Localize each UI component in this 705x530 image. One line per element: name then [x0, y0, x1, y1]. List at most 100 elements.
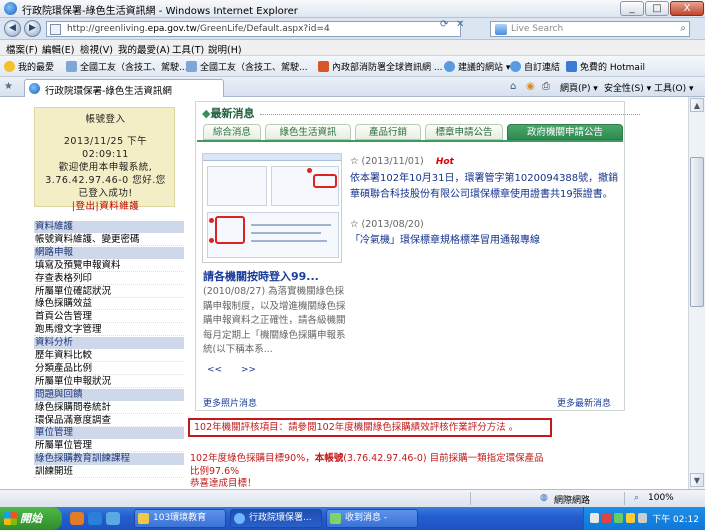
status-bar: ◍ 網際網路 ⌕ 100%	[0, 489, 705, 507]
fav-link-3[interactable]: 內政部消防署全球資訊網 ...	[318, 60, 442, 73]
favorites-button[interactable]: 我的最愛	[4, 60, 54, 73]
favorites-center-icon[interactable]: ★	[4, 81, 13, 92]
menu-edit[interactable]: 編輯(E)	[42, 42, 74, 56]
firefox-icon[interactable]	[70, 512, 84, 525]
nav-item[interactable]: 所屬單位管理	[34, 440, 184, 453]
tray-icon[interactable]	[626, 513, 635, 523]
tray-icon[interactable]	[602, 513, 611, 523]
page-menu[interactable]: 網頁(P) ▾	[560, 81, 598, 94]
divider	[260, 113, 641, 115]
rss-icon[interactable]: ◉	[526, 81, 535, 92]
search-input[interactable]: Live Search ⌕	[490, 21, 690, 37]
pager-next[interactable]: >>	[241, 365, 256, 375]
ie-icon	[234, 513, 245, 524]
tab-green-life-info[interactable]: 綠色生活資訊	[265, 124, 351, 140]
menu-favorites[interactable]: 我的最愛(A)	[118, 42, 170, 56]
fav-link-1[interactable]: 全國工友（含技工、駕駛...	[66, 60, 188, 73]
scroll-thumb[interactable]	[690, 157, 704, 307]
more-news-link[interactable]: 更多最新消息	[557, 396, 611, 409]
fav-hotmail[interactable]: 免費的 Hotmail	[566, 60, 645, 73]
maintain-link[interactable]: |資料維護	[96, 201, 140, 212]
menu-view[interactable]: 檢視(V)	[80, 42, 113, 56]
maximize-button[interactable]: □	[645, 1, 669, 16]
vertical-scrollbar[interactable]: ▲ ▼	[688, 97, 705, 489]
news-date: ☆ (2013/08/20)	[350, 219, 424, 230]
print-icon[interactable]: ⎙	[542, 81, 550, 92]
fire-icon	[318, 61, 329, 72]
nav-item[interactable]: 填寫及預覽申報資料	[34, 260, 184, 272]
news-photo[interactable]	[202, 153, 342, 263]
nav-item[interactable]: 帳號資料維護、變更密碼	[34, 234, 184, 246]
nav-item[interactable]: 跑馬燈文字管理	[34, 324, 184, 337]
tab-active[interactable]: 行政院環保署-綠色生活資訊網	[24, 79, 224, 97]
menu-tools[interactable]: 工具(T)	[172, 42, 204, 56]
clock: 下午 02:12	[652, 515, 699, 525]
target-line-1: 102年度綠色採購目標90%，本帳號(3.76.42.97.46-0) 目前採購…	[190, 453, 544, 464]
news-item-link[interactable]: 「冷氣機」環保標章規格標準冒用通報專線	[350, 233, 622, 249]
minimize-button[interactable]: _	[620, 1, 644, 16]
more-photos-link[interactable]: 更多照片消息	[203, 396, 257, 409]
tab-product-marketing[interactable]: 產品行銷	[355, 124, 421, 140]
back-button[interactable]: ◀	[4, 20, 21, 37]
news-date: ☆ (2013/11/01) Hot	[350, 156, 454, 167]
nav-section-header: 問題與回饋	[34, 388, 184, 401]
login-welcome: 歡迎使用本申報系統,	[58, 162, 153, 173]
menu-help[interactable]: 說明(H)	[208, 42, 242, 56]
menu-file[interactable]: 檔案(F)	[6, 42, 38, 56]
fav-suggested-sites[interactable]: 建議的網站 ▾	[444, 60, 510, 73]
ie-icon[interactable]	[88, 512, 102, 525]
scroll-up-arrow[interactable]: ▲	[690, 98, 704, 112]
search-icon[interactable]: ⌕	[680, 23, 686, 34]
nav-item[interactable]: 綠色採購問卷統計	[34, 402, 184, 414]
address-bar: ◀ ▶ http://greenliving.epa.gov.tw/GreenL…	[0, 18, 705, 40]
refresh-icon[interactable]: ⟳	[440, 19, 448, 30]
fav-link-2[interactable]: 全國工友（含技工、駕駛...	[186, 60, 308, 73]
nav-item[interactable]: 所屬單位申報狀況	[34, 376, 184, 388]
nav-item[interactable]: 首頁公告管理	[34, 311, 184, 324]
task-browser[interactable]: 行政院環保署...	[230, 509, 322, 528]
stop-icon[interactable]: ✕	[456, 19, 464, 30]
evaluation-notice[interactable]: 102年機關評核項目：請參閱102年度機關綠色採購績效評核作業評分方法 。	[188, 418, 552, 437]
nav-item[interactable]: 綠色採購效益	[34, 298, 184, 311]
forward-button[interactable]: ▶	[24, 20, 41, 37]
photo-description: (2010/08/27) 為落實機關綠色採購申報制度，以及增進機關綠色採購申報資…	[203, 286, 346, 355]
photo-caption[interactable]: 請各機關按時登入99...	[203, 268, 319, 284]
tools-menu[interactable]: 工具(O) ▾	[654, 81, 694, 94]
nav-item[interactable]: 歷年資料比較	[34, 350, 184, 362]
tab-general-news[interactable]: 綜合消息	[203, 124, 261, 140]
pager-prev[interactable]: <<	[207, 365, 222, 375]
show-desktop-icon[interactable]	[106, 512, 120, 525]
text-line	[251, 240, 327, 242]
safety-menu[interactable]: 安全性(S) ▾	[604, 81, 651, 94]
logout-link[interactable]: |登出	[72, 201, 96, 212]
tab-label-announcement[interactable]: 標章申請公告	[425, 124, 503, 140]
close-button[interactable]: X	[670, 1, 704, 16]
volume-icon[interactable]	[638, 513, 647, 523]
nav-item[interactable]: 環保品滿意度調查	[34, 415, 184, 427]
nav-item[interactable]: 分類產品比例	[34, 363, 184, 375]
scroll-down-arrow[interactable]: ▼	[690, 473, 704, 487]
taskbar: 開始 103環境教育 行政院環保署... 收到消息 - 下午 02:12	[0, 507, 705, 530]
nav-section-header: 資料分析	[34, 337, 184, 350]
zoom-level[interactable]: 100%	[648, 493, 674, 503]
news-item-link[interactable]: 依本署102年10月31日，環署管字第1020094388號，撤銷華碩聯合科技股…	[350, 171, 622, 203]
nav-item[interactable]: 存查表格列印	[34, 273, 184, 285]
page-icon	[186, 61, 197, 72]
url-field[interactable]: http://greenliving.epa.gov.tw/GreenLife/…	[46, 21, 461, 37]
start-button[interactable]: 開始	[0, 507, 62, 530]
task-messenger[interactable]: 收到消息 -	[326, 509, 418, 528]
tray-icon[interactable]	[590, 513, 599, 523]
nav-item[interactable]: 訓練開班	[34, 466, 184, 479]
tab-government-announcement[interactable]: 政府機關申請公告	[507, 124, 623, 140]
marker-dot	[209, 238, 214, 243]
page-icon	[66, 61, 77, 72]
fav-custom-links[interactable]: 自訂連結	[510, 60, 560, 73]
nav-item[interactable]: 所屬單位確認狀況	[34, 286, 184, 298]
page-content: 帳號登入 2013/11/25 下午 02:09:11 歡迎使用本申報系統, 3…	[0, 97, 688, 489]
highlight-box	[313, 174, 337, 188]
login-date: 2013/11/25 下午	[63, 136, 148, 147]
tray-icon[interactable]	[614, 513, 623, 523]
ie-icon	[4, 2, 17, 15]
home-icon[interactable]: ⌂	[510, 81, 516, 92]
task-folder[interactable]: 103環境教育	[134, 509, 226, 528]
